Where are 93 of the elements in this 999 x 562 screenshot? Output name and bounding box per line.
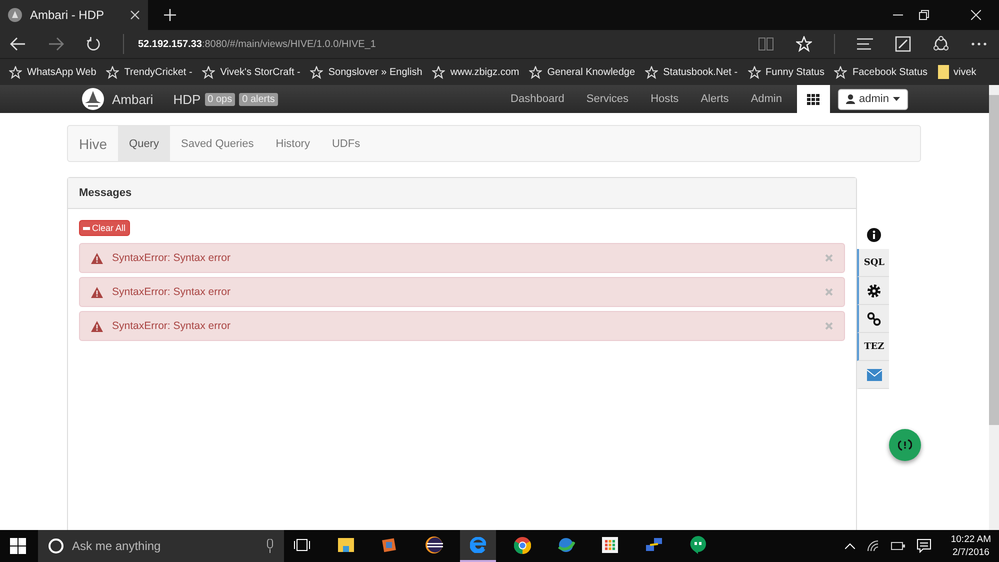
hub-icon[interactable] <box>857 38 873 50</box>
side-panel-button[interactable] <box>857 277 889 305</box>
eclipse-icon <box>425 536 443 554</box>
alert-message: SyntaxError: Syntax error <box>112 286 232 298</box>
ambari-logo-icon <box>82 88 104 110</box>
task-view-icon <box>294 539 310 551</box>
hive-title[interactable]: Hive <box>68 126 118 161</box>
settings-icon <box>867 284 882 298</box>
view-tab[interactable]: History <box>264 126 321 161</box>
star-icon <box>202 66 216 78</box>
taskbar-app-button[interactable] <box>460 530 496 562</box>
grid-icon <box>807 94 820 104</box>
star-icon <box>834 66 848 78</box>
favorite-link[interactable]: Facebook Status <box>834 66 928 78</box>
view-tab[interactable]: Saved Queries <box>170 126 265 161</box>
clear-all-button[interactable]: Clear All <box>79 220 130 236</box>
favorite-link[interactable]: General Knowledge <box>529 66 636 78</box>
favorite-link[interactable]: vivek <box>938 65 976 79</box>
brand-name[interactable]: Ambari <box>112 92 154 106</box>
nav-link[interactable]: Alerts <box>690 85 740 113</box>
view-tab[interactable]: Query <box>118 126 170 161</box>
restore-icon[interactable] <box>919 10 929 20</box>
user-menu-button[interactable]: admin <box>838 88 908 110</box>
nav-link[interactable]: Dashboard <box>500 85 576 113</box>
mail-icon <box>866 368 882 380</box>
cortana-circle-icon <box>48 538 64 554</box>
favorite-link[interactable]: Vivek's StorCraft - <box>202 66 300 78</box>
cluster-name[interactable]: HDP <box>173 92 201 106</box>
scrollbar[interactable] <box>989 85 999 530</box>
windows-start-icon[interactable] <box>10 538 26 554</box>
browser-tab[interactable]: Ambari - HDP <box>0 0 148 30</box>
star-icon <box>748 66 761 78</box>
favorite-link[interactable]: Songslover » English <box>310 66 422 78</box>
forward-icon[interactable] <box>48 37 64 51</box>
user-icon <box>846 94 856 104</box>
favorite-star-icon[interactable] <box>796 36 812 52</box>
warning-icon <box>91 320 103 332</box>
chrome-icon <box>514 536 530 554</box>
taskbar-search-field[interactable]: Ask me anything <box>38 530 284 562</box>
star-icon <box>645 66 658 78</box>
reading-view-icon[interactable] <box>758 37 774 51</box>
new-tab-icon[interactable] <box>164 9 176 21</box>
film-icon <box>382 537 398 553</box>
alert-message: SyntaxError: Syntax error <box>112 252 232 264</box>
nav-link[interactable]: Admin <box>740 85 793 113</box>
globe-icon <box>557 537 575 553</box>
share-icon[interactable] <box>933 36 949 52</box>
folder-icon <box>938 65 949 79</box>
notification-icon[interactable] <box>916 539 931 553</box>
nav-link[interactable]: Services <box>575 85 640 113</box>
minus-icon <box>83 226 90 230</box>
clock-time[interactable]: 10:22 AM <box>950 533 991 546</box>
tab-title: Ambari - HDP <box>30 8 106 22</box>
edge-icon <box>470 537 486 553</box>
chevron-up-icon[interactable] <box>844 543 855 549</box>
views-menu-button[interactable] <box>797 85 830 113</box>
alert-message: SyntaxError: Syntax error <box>112 320 232 332</box>
panel-title: Messages <box>79 187 132 199</box>
side-panel-button[interactable]: SQL <box>857 249 889 277</box>
app-grid-icon <box>602 537 618 553</box>
star-icon <box>310 66 324 78</box>
favorite-link[interactable]: www.zbigz.com <box>432 66 520 78</box>
refresh-fab-button[interactable] <box>889 429 921 461</box>
favorite-link[interactable]: TrendyCricket - <box>106 66 192 78</box>
star-icon <box>106 66 120 78</box>
nav-link[interactable]: Hosts <box>640 85 690 113</box>
star-icon <box>529 66 542 78</box>
star-icon <box>9 66 22 78</box>
battery-icon[interactable] <box>890 542 905 550</box>
view-tab[interactable]: UDFs <box>320 126 372 161</box>
folder-icon <box>338 538 354 552</box>
favorite-link[interactable]: Statusbook.Net - <box>645 66 738 78</box>
star-icon <box>432 66 446 78</box>
clock-date[interactable]: 2/7/2016 <box>952 546 990 559</box>
warning-icon <box>91 252 103 264</box>
back-icon[interactable] <box>10 37 26 51</box>
close-icon[interactable] <box>971 10 981 20</box>
side-panel-button[interactable] <box>857 305 889 333</box>
chat-bubble-icon <box>690 536 706 554</box>
more-icon[interactable] <box>971 42 987 46</box>
favorite-link[interactable]: WhatsApp Web <box>9 66 96 78</box>
caret-icon <box>892 97 900 101</box>
microphone-icon <box>266 539 274 553</box>
warning-icon <box>91 286 103 298</box>
side-panel-button[interactable]: TEZ <box>857 333 889 361</box>
close-icon[interactable] <box>130 10 140 20</box>
note-icon[interactable] <box>895 36 911 52</box>
tab-favicon-icon <box>8 8 22 22</box>
info-icon <box>867 228 882 242</box>
link-icon <box>867 312 882 326</box>
wifi-icon[interactable] <box>866 540 879 552</box>
network-computers-icon <box>645 536 663 554</box>
favorite-link[interactable]: Funny Status <box>748 66 824 78</box>
